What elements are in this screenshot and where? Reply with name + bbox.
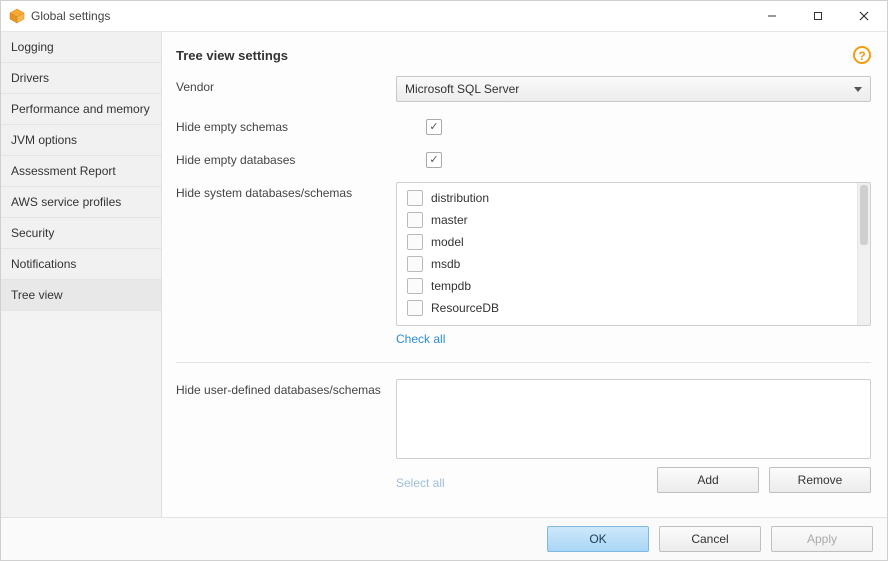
page-title: Tree view settings (176, 48, 288, 63)
scrollbar-thumb[interactable] (860, 185, 868, 245)
sidebar-item-tree-view[interactable]: Tree view (1, 280, 161, 311)
sidebar-item-logging[interactable]: Logging (1, 32, 161, 63)
list-item[interactable]: tempdb (401, 275, 866, 297)
help-icon[interactable]: ? (853, 46, 871, 64)
maximize-button[interactable] (795, 1, 841, 31)
user-defined-actions: Select all Add Remove (396, 467, 871, 493)
sidebar-item-label: JVM options (11, 133, 77, 147)
sidebar-item-label: AWS service profiles (11, 195, 121, 209)
sidebar-item-label: Tree view (11, 288, 63, 302)
page-header: Tree view settings ? (176, 46, 871, 64)
user-defined-listbox[interactable] (396, 379, 871, 459)
app-icon (9, 8, 25, 24)
hide-empty-databases-field (396, 149, 871, 168)
hide-user-defined-label: Hide user-defined databases/schemas (176, 379, 386, 397)
item-checkbox[interactable] (407, 278, 423, 294)
hide-system-label: Hide system databases/schemas (176, 182, 386, 200)
titlebar: Global settings (1, 1, 887, 32)
window-title: Global settings (31, 9, 110, 23)
check-all-link[interactable]: Check all (396, 332, 871, 346)
item-checkbox[interactable] (407, 300, 423, 316)
settings-form: Vendor Microsoft SQL Server Hide empty s… (176, 76, 871, 493)
item-label: tempdb (431, 279, 471, 293)
sidebar-item-assessment-report[interactable]: Assessment Report (1, 156, 161, 187)
button-label: Remove (798, 473, 843, 487)
add-button[interactable]: Add (657, 467, 759, 493)
list-item[interactable]: ResourceDB (401, 297, 866, 319)
sidebar-item-label: Notifications (11, 257, 76, 271)
sidebar-item-label: Drivers (11, 71, 49, 85)
list-item[interactable]: model (401, 231, 866, 253)
button-label: Add (697, 473, 718, 487)
sidebar-item-notifications[interactable]: Notifications (1, 249, 161, 280)
settings-sidebar: Logging Drivers Performance and memory J… (1, 32, 162, 517)
item-checkbox[interactable] (407, 190, 423, 206)
button-label: OK (589, 532, 606, 546)
item-label: model (431, 235, 464, 249)
dialog-footer: OK Cancel Apply (1, 517, 887, 560)
list-item[interactable]: distribution (401, 187, 866, 209)
dialog-body: Logging Drivers Performance and memory J… (1, 32, 887, 517)
apply-button[interactable]: Apply (771, 526, 873, 552)
sidebar-item-jvm-options[interactable]: JVM options (1, 125, 161, 156)
button-label: Cancel (691, 532, 728, 546)
cancel-button[interactable]: Cancel (659, 526, 761, 552)
hide-system-field: distribution master model (396, 182, 871, 346)
sidebar-item-aws-profiles[interactable]: AWS service profiles (1, 187, 161, 218)
section-divider (176, 362, 871, 363)
item-label: master (431, 213, 468, 227)
global-settings-window: Global settings Logging Drivers Performa… (0, 0, 888, 561)
sidebar-item-label: Assessment Report (11, 164, 116, 178)
hide-empty-databases-checkbox[interactable] (426, 152, 442, 168)
vendor-label: Vendor (176, 76, 386, 94)
minimize-button[interactable] (749, 1, 795, 31)
select-all-link[interactable]: Select all (396, 476, 445, 490)
sidebar-item-label: Performance and memory (11, 102, 150, 116)
ok-button[interactable]: OK (547, 526, 649, 552)
vendor-value: Microsoft SQL Server (405, 82, 519, 96)
sidebar-item-performance[interactable]: Performance and memory (1, 94, 161, 125)
item-checkbox[interactable] (407, 212, 423, 228)
system-db-listbox[interactable]: distribution master model (396, 182, 871, 326)
listbox-scrollbar[interactable] (857, 183, 870, 325)
list-item[interactable]: master (401, 209, 866, 231)
item-label: msdb (431, 257, 460, 271)
window-controls (749, 1, 887, 31)
item-label: distribution (431, 191, 489, 205)
item-checkbox[interactable] (407, 256, 423, 272)
settings-main: Tree view settings ? Vendor Microsoft SQ… (162, 32, 887, 517)
button-label: Apply (807, 532, 837, 546)
list-item[interactable]: msdb (401, 253, 866, 275)
system-db-items: distribution master model (397, 183, 870, 323)
item-checkbox[interactable] (407, 234, 423, 250)
close-button[interactable] (841, 1, 887, 31)
hide-user-defined-field: Select all Add Remove (396, 379, 871, 493)
item-label: ResourceDB (431, 301, 499, 315)
vendor-select[interactable]: Microsoft SQL Server (396, 76, 871, 102)
sidebar-item-label: Security (11, 226, 54, 240)
remove-button[interactable]: Remove (769, 467, 871, 493)
sidebar-item-label: Logging (11, 40, 54, 54)
hide-empty-schemas-label: Hide empty schemas (176, 116, 386, 134)
sidebar-item-drivers[interactable]: Drivers (1, 63, 161, 94)
hide-empty-schemas-checkbox[interactable] (426, 119, 442, 135)
chevron-down-icon (854, 87, 862, 92)
sidebar-item-security[interactable]: Security (1, 218, 161, 249)
hide-empty-databases-label: Hide empty databases (176, 149, 386, 167)
hide-empty-schemas-field (396, 116, 871, 135)
